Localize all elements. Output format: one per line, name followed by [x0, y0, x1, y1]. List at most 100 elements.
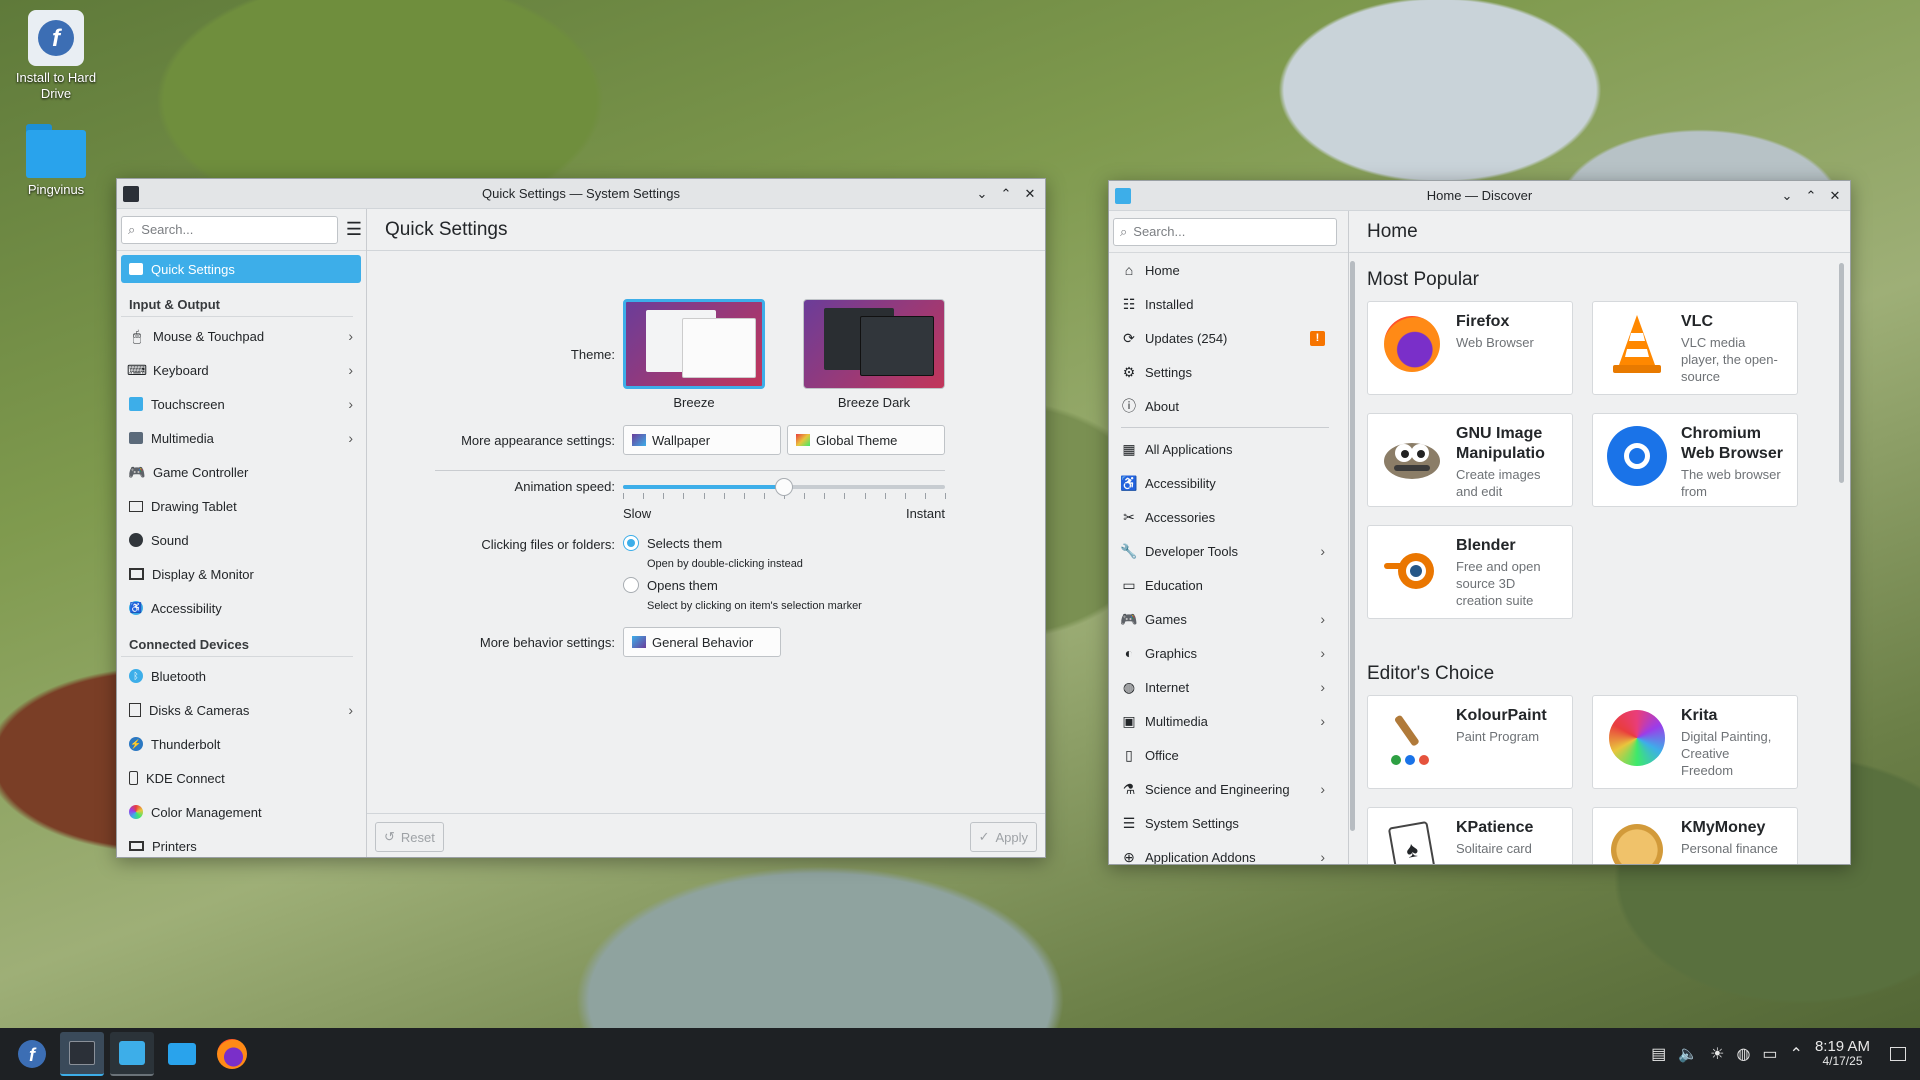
clipboard-icon[interactable]: ▤ — [1651, 1044, 1666, 1064]
desktop-icon-pingvinus[interactable]: Pingvinus — [6, 124, 106, 197]
app-card-vlc[interactable]: VLC VLC media player, the open-source — [1592, 301, 1798, 395]
app-card-blender[interactable]: Blender Free and open source 3D creation … — [1367, 525, 1573, 619]
wallpaper-button[interactable]: Wallpaper — [623, 425, 781, 455]
radio-checked[interactable] — [623, 535, 639, 551]
sidebar-item-mouse[interactable]: 🖱 Mouse & Touchpad › — [121, 319, 361, 353]
nav-science[interactable]: ⚗ Science and Engineering › — [1113, 772, 1333, 806]
theme-breeze[interactable]: Breeze — [623, 299, 765, 410]
vlc-icon — [1605, 312, 1669, 376]
chevron-up-icon[interactable]: ⌃ — [1790, 1044, 1803, 1064]
close-icon[interactable]: ✕ — [1021, 185, 1039, 203]
settings-titlebar[interactable]: Quick Settings — System Settings ⌄ ⌃ ✕ — [117, 179, 1045, 209]
sidebar-item-keyboard[interactable]: ⌨ Keyboard › — [121, 353, 361, 387]
nav-graphics[interactable]: ◐ Graphics › — [1113, 636, 1333, 670]
sidebar-item-accessibility[interactable]: ♿ Accessibility — [121, 591, 361, 625]
general-behavior-button[interactable]: General Behavior — [623, 627, 781, 657]
chevron-down-icon[interactable]: ⌄ — [973, 185, 991, 203]
nav-internet[interactable]: ◍ Internet › — [1113, 670, 1333, 704]
sidebar-item-drawing-tablet[interactable]: Drawing Tablet — [121, 489, 361, 523]
radio-selects-them[interactable]: Selects them — [623, 535, 722, 551]
theme-breeze-dark[interactable]: Breeze Dark — [803, 299, 945, 410]
slider-handle[interactable] — [775, 478, 793, 496]
phone-icon — [129, 771, 138, 785]
sidebar-item-printers[interactable]: Printers — [121, 829, 361, 857]
nav-office[interactable]: ▯ Office — [1113, 738, 1333, 772]
firefox-icon — [1380, 312, 1444, 376]
nav-label: Graphics — [1145, 645, 1198, 661]
app-card-gimp[interactable]: GNU Image Manipulatio Create images and e… — [1367, 413, 1573, 507]
task-firefox[interactable] — [210, 1032, 254, 1076]
volume-icon[interactable]: 🔈 — [1678, 1044, 1698, 1064]
maximize-icon[interactable]: ⌃ — [1802, 187, 1820, 205]
nav-multimedia[interactable]: ▣ Multimedia › — [1113, 704, 1333, 738]
app-card-kolourpaint[interactable]: KolourPaint Paint Program — [1367, 695, 1573, 789]
vpn-icon[interactable]: ◍ — [1736, 1044, 1750, 1064]
keyboard-icon: ⌨ — [126, 361, 148, 378]
app-card-kpatience[interactable]: ♠ KPatience Solitaire card — [1367, 807, 1573, 864]
radio-label: Opens them — [647, 577, 718, 593]
network-icon[interactable]: ▭ — [1762, 1044, 1777, 1064]
close-icon[interactable]: ✕ — [1826, 187, 1844, 205]
sidebar-item-display[interactable]: Display & Monitor — [121, 557, 361, 591]
task-file-manager[interactable] — [160, 1032, 204, 1076]
sidebar-item-thunderbolt[interactable]: ⚡ Thunderbolt — [121, 727, 361, 761]
nav-about[interactable]: ⓘ About — [1113, 389, 1333, 423]
nav-all-applications[interactable]: ▦ All Applications — [1113, 432, 1333, 466]
show-desktop-icon[interactable] — [1890, 1047, 1906, 1061]
section-input-output: Input & Output — [121, 289, 353, 317]
clock[interactable]: 8:19 AM 4/17/25 — [1815, 1039, 1870, 1069]
nav-updates[interactable]: ⟳ Updates (254)! — [1113, 321, 1333, 355]
nav-games[interactable]: 🎮 Games › — [1113, 602, 1333, 636]
settings-search[interactable]: ⌕ — [121, 215, 338, 244]
sidebar-item-touchscreen[interactable]: Touchscreen › — [121, 387, 361, 421]
brightness-icon[interactable]: ☀ — [1710, 1044, 1724, 1064]
sidebar-item-label: Thunderbolt — [151, 736, 221, 752]
radio-opens-them[interactable]: Opens them — [623, 577, 718, 593]
nav-education[interactable]: ▭ Education — [1113, 568, 1333, 602]
animation-slider[interactable] — [623, 477, 946, 507]
app-card-kmymoney[interactable]: KMyMoney Personal finance — [1592, 807, 1798, 864]
slider-min-label: Slow — [623, 506, 652, 521]
nav-system-settings[interactable]: ☰ System Settings — [1113, 806, 1333, 840]
sidebar-item-color-management[interactable]: Color Management — [121, 795, 361, 829]
radio-unchecked[interactable] — [623, 577, 639, 593]
nav-label: Accessibility — [1145, 475, 1216, 491]
app-card-krita[interactable]: Krita Digital Painting, Creative Freedom — [1592, 695, 1798, 789]
reset-button[interactable]: ↺ Reset — [375, 822, 444, 852]
maximize-icon[interactable]: ⌃ — [997, 185, 1015, 203]
chevron-down-icon[interactable]: ⌄ — [1778, 187, 1796, 205]
nav-home[interactable]: ⌂ Home — [1113, 253, 1333, 287]
nav-developer-tools[interactable]: 🔧 Developer Tools › — [1113, 534, 1333, 568]
sidebar-item-kde-connect[interactable]: KDE Connect — [121, 761, 361, 795]
search-input[interactable] — [1133, 224, 1336, 239]
discover-titlebar[interactable]: Home — Discover ⌄ ⌃ ✕ — [1109, 181, 1850, 211]
sidebar-item-multimedia[interactable]: Multimedia › — [121, 421, 361, 455]
apply-button[interactable]: ✓ Apply — [969, 822, 1037, 852]
app-card-firefox[interactable]: Firefox Web Browser — [1367, 301, 1573, 395]
search-input[interactable] — [141, 222, 337, 237]
search-icon: ⌕ — [128, 221, 136, 237]
nav-accessories[interactable]: ✂ Accessories — [1113, 500, 1333, 534]
discover-search[interactable]: ⌕ — [1113, 217, 1337, 246]
gamepad-icon: 🎮 — [1120, 610, 1138, 627]
discover-sidebar: ⌕ ⌂ Home ☷ Installed ⟳ Updates (254)! ⚙ Sett… — [1109, 211, 1355, 865]
nav-settings[interactable]: ⚙ Settings — [1113, 355, 1333, 389]
hamburger-menu-icon[interactable]: ☰ — [346, 219, 362, 240]
sidebar-item-sound[interactable]: Sound — [121, 523, 361, 557]
sidebar-item-quick-settings[interactable]: Quick Settings — [121, 255, 361, 283]
desktop-icon-install[interactable]: f Install to Hard Drive — [6, 10, 106, 102]
nav-application-addons[interactable]: ⊕ Application Addons › — [1113, 840, 1333, 865]
task-system-settings[interactable] — [60, 1032, 104, 1076]
sidebar-item-label: KDE Connect — [146, 770, 225, 786]
sidebar-item-disks[interactable]: Disks & Cameras › — [121, 693, 361, 727]
quick-settings-icon — [129, 263, 143, 275]
main-scrollbar[interactable] — [1839, 263, 1844, 483]
nav-installed[interactable]: ☷ Installed — [1113, 287, 1333, 321]
sidebar-item-game-controller[interactable]: 🎮 Game Controller — [121, 455, 361, 489]
sidebar-item-bluetooth[interactable]: ᛒ Bluetooth — [121, 659, 361, 693]
task-discover[interactable] — [110, 1032, 154, 1076]
app-launcher-button[interactable]: f — [10, 1032, 54, 1076]
nav-accessibility[interactable]: ♿ Accessibility — [1113, 466, 1333, 500]
app-card-chromium[interactable]: Chromium Web Browser The web browser from — [1592, 413, 1798, 507]
global-theme-button[interactable]: Global Theme — [787, 425, 945, 455]
